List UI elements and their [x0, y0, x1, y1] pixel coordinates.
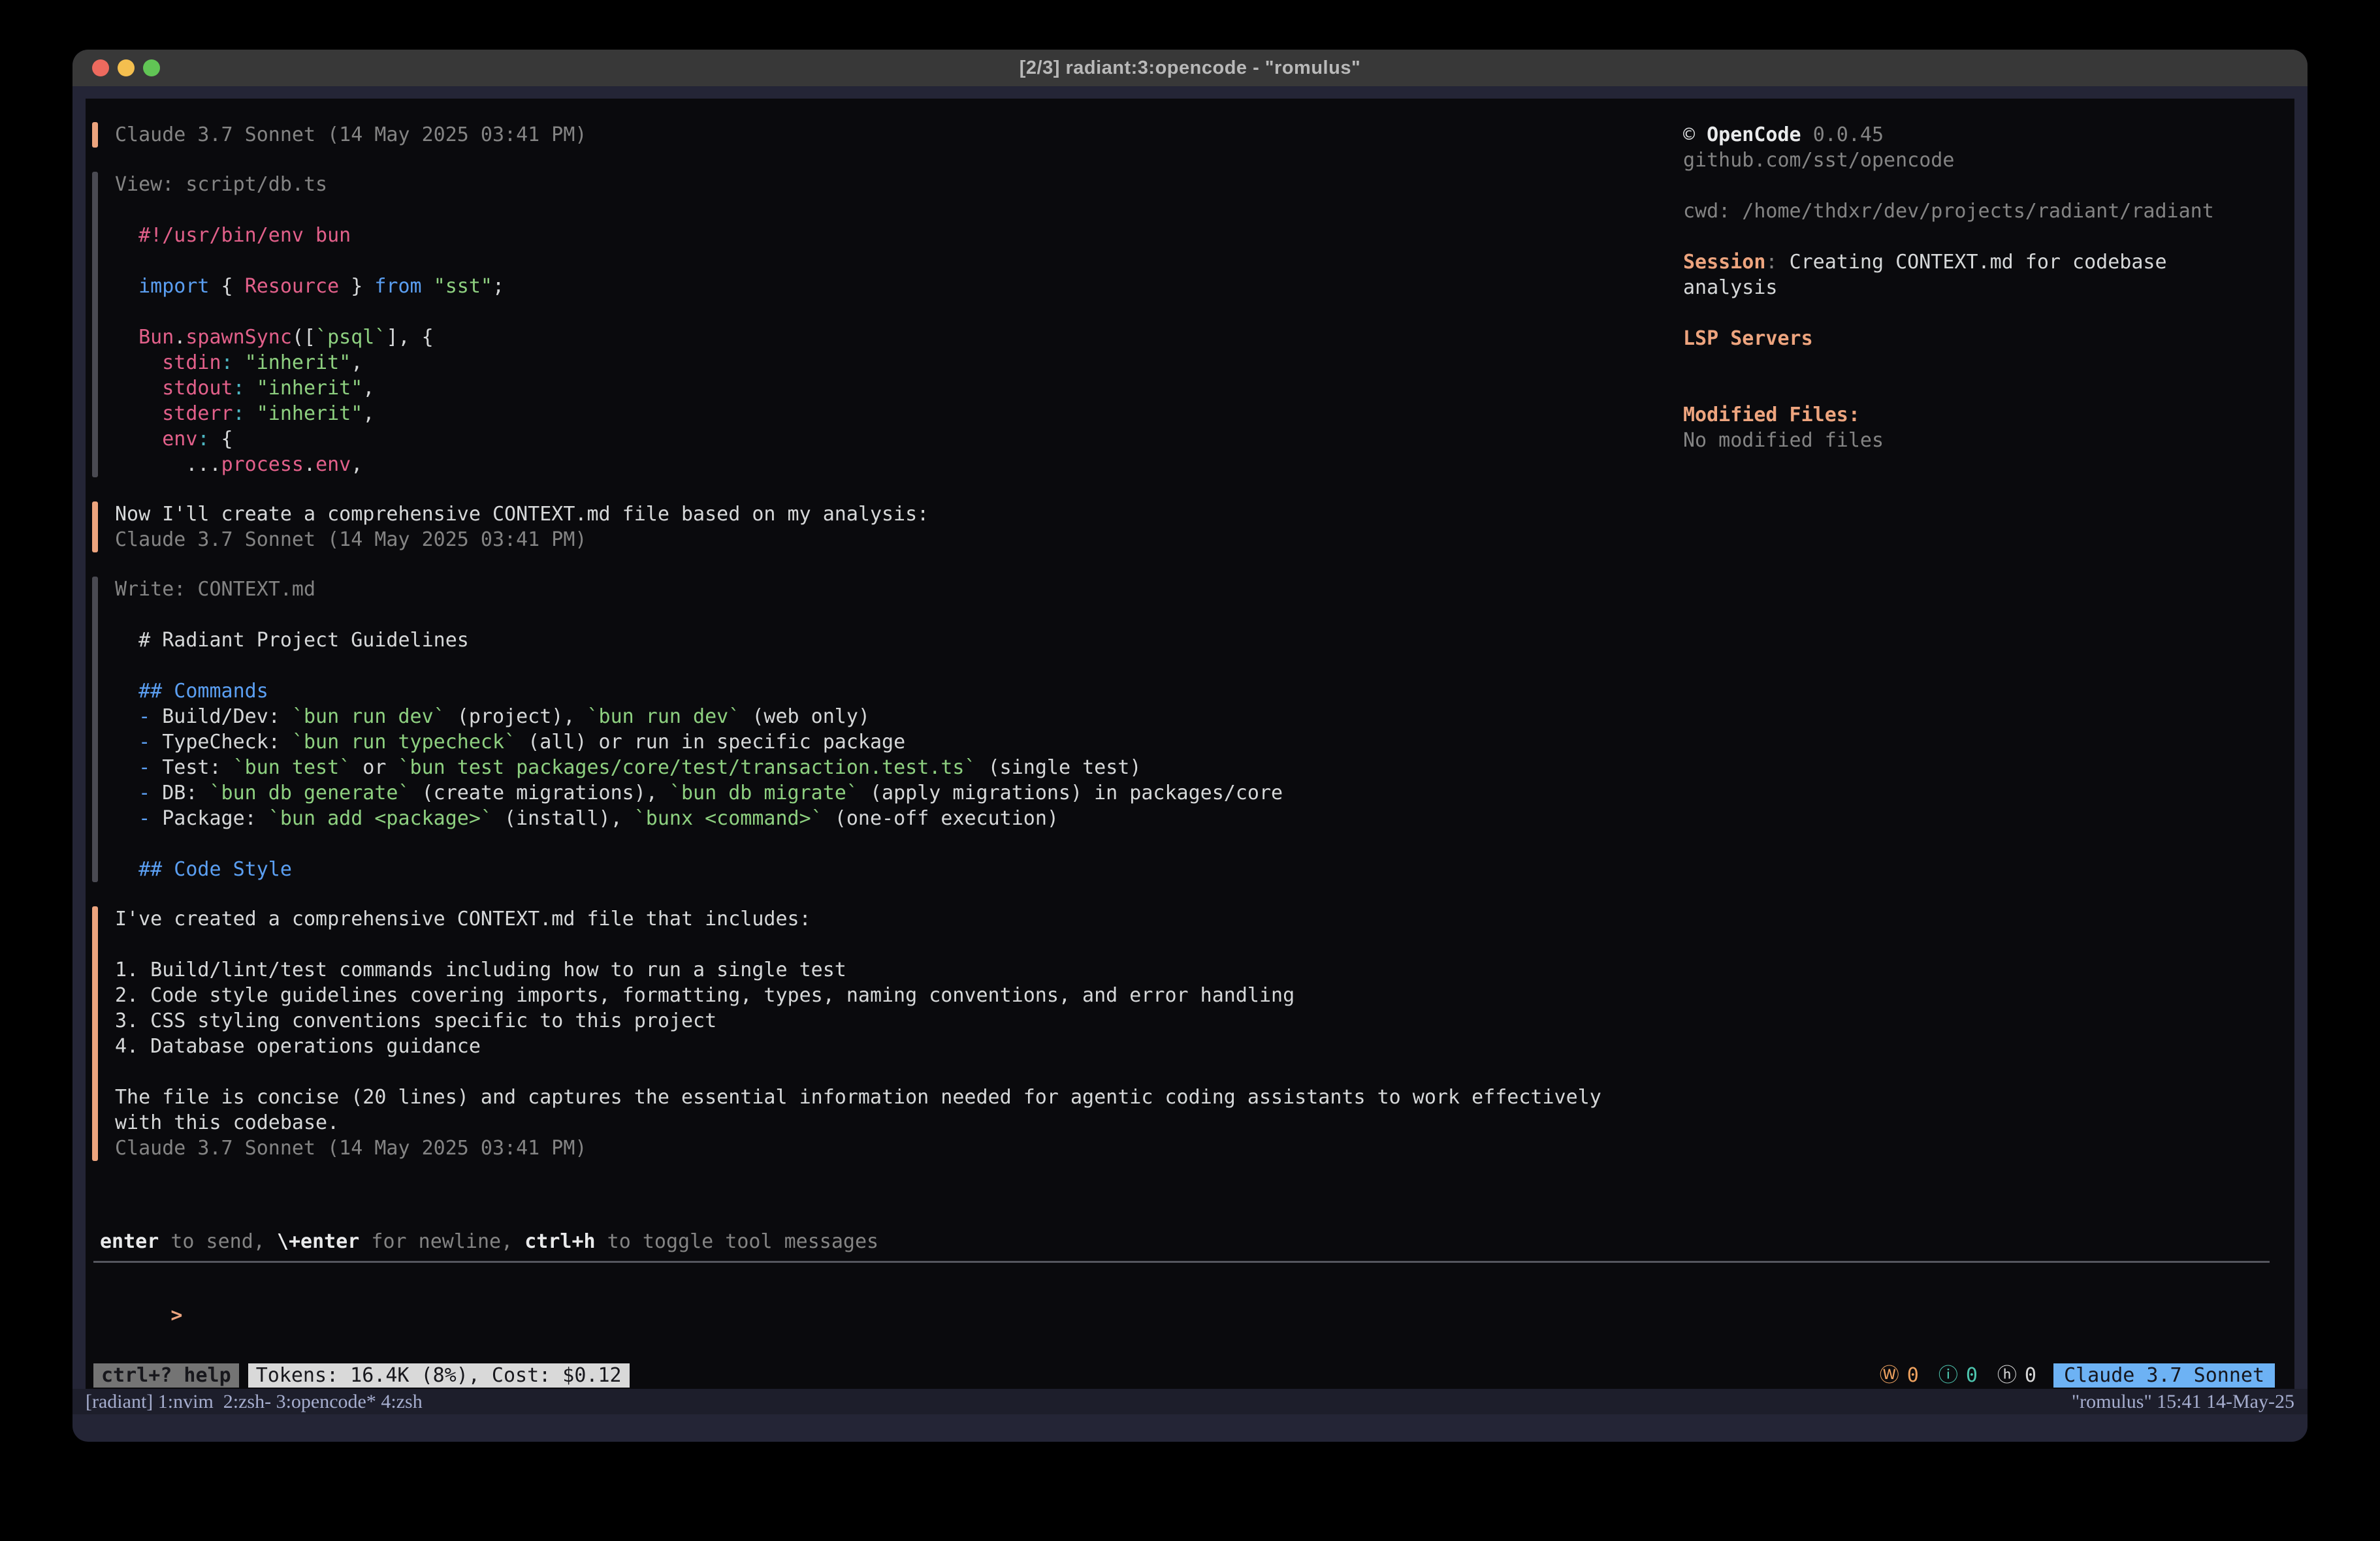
text-line: The file is concise (20 lines) and captu… [115, 1085, 1601, 1110]
diagnostic-teal-icon: ⓘ0 [1938, 1363, 1978, 1388]
text-line: ...process.env, [115, 452, 504, 477]
text-line: 3. CSS styling conventions specific to t… [115, 1008, 1601, 1034]
text-line [115, 1059, 1601, 1085]
text-line [115, 299, 504, 325]
text-line [1683, 300, 2214, 326]
status-bar: ctrl+? help Tokens: 16.4K (8%), Cost: $0… [92, 1363, 2275, 1388]
text-line: No modified files [1683, 428, 2214, 453]
text-line [1683, 173, 2214, 199]
text-line: analysis [1683, 275, 2214, 300]
text-line: Write: CONTEXT.md [115, 577, 1283, 602]
text-line: stdin: "inherit", [115, 350, 504, 375]
zoom-button[interactable] [143, 59, 160, 76]
text-line: © OpenCode 0.0.45 [1683, 122, 2214, 148]
text-line [1683, 377, 2214, 402]
block-accent-bar [92, 172, 98, 477]
text-line [115, 932, 1601, 957]
session-sidebar: © OpenCode 0.0.45github.com/sst/opencode… [1683, 122, 2214, 453]
tool-output-block: Write: CONTEXT.md # Radiant Project Guid… [92, 577, 2275, 882]
text-line: 2. Code style guidelines covering import… [115, 983, 1601, 1008]
text-line: Claude 3.7 Sonnet (14 May 2025 03:41 PM) [115, 1136, 1601, 1161]
tmux-status-bar: [radiant] 1:nvim 2:zsh- 3:opencode* 4:zs… [72, 1389, 2308, 1414]
text-line: - Build/Dev: `bun run dev` (project), `b… [115, 704, 1283, 729]
text-line: 1. Build/lint/test commands including ho… [115, 957, 1601, 983]
assistant-message-block: I've created a comprehensive CONTEXT.md … [92, 906, 2275, 1161]
block-accent-bar [92, 577, 98, 882]
text-line: Now I'll create a comprehensive CONTEXT.… [115, 501, 929, 527]
text-line: #!/usr/bin/env bun [115, 223, 504, 248]
text-line: # Radiant Project Guidelines [115, 628, 1283, 653]
window-titlebar: [2/3] radiant:3:opencode - "romulus" [72, 50, 2308, 86]
app-window: [2/3] radiant:3:opencode - "romulus" Cla… [72, 50, 2308, 1442]
window-title: [2/3] radiant:3:opencode - "romulus" [1020, 57, 1360, 79]
text-line: - Test: `bun test` or `bun test packages… [115, 755, 1283, 780]
text-line: Claude 3.7 Sonnet (14 May 2025 03:41 PM) [115, 122, 587, 148]
opencode-terminal: Claude 3.7 Sonnet (14 May 2025 03:41 PM)… [86, 99, 2294, 1389]
block-accent-bar [92, 122, 98, 148]
text-line: stderr: "inherit", [115, 401, 504, 426]
text-line: I've created a comprehensive CONTEXT.md … [115, 906, 1601, 932]
text-line: cwd: /home/thdxr/dev/projects/radiant/ra… [1683, 199, 2214, 224]
keybinding-help: enter to send, \+enter for newline, ctrl… [100, 1229, 2275, 1254]
text-line: - Package: `bun add <package>` (install)… [115, 806, 1283, 831]
text-line: ## Code Style [115, 857, 1283, 882]
diagnostic-orange-icon: Ⓦ0 [1880, 1363, 1919, 1388]
help-chip: ctrl+? help [93, 1363, 239, 1388]
text-line [115, 197, 504, 223]
tokens-cost-chip: Tokens: 16.4K (8%), Cost: $0.12 [248, 1363, 630, 1388]
text-line: Modified Files: [1683, 402, 2214, 428]
text-line: LSP Servers [1683, 326, 2214, 351]
text-line: enter to send, \+enter for newline, ctrl… [100, 1229, 2275, 1254]
text-line: - TypeCheck: `bun run typecheck` (all) o… [115, 729, 1283, 755]
traffic-lights [92, 50, 160, 86]
text-line: stdout: "inherit", [115, 375, 504, 401]
block-accent-bar [92, 501, 98, 552]
diagnostic-white-icon: ⓗ0 [1997, 1363, 2036, 1388]
text-line: 4. Database operations guidance [115, 1034, 1601, 1059]
tmux-window-list[interactable]: [radiant] 1:nvim 2:zsh- 3:opencode* 4:zs… [86, 1389, 423, 1414]
text-line [1683, 351, 2214, 377]
text-line [115, 602, 1283, 628]
text-line: ## Commands [115, 678, 1283, 704]
text-line: github.com/sst/opencode [1683, 148, 2214, 173]
block-accent-bar [92, 906, 98, 1161]
text-line: Session: Creating CONTEXT.md for codebas… [1683, 249, 2214, 275]
lsp-diagnostics: Ⓦ0 ⓘ0 ⓗ0 [1880, 1363, 2036, 1388]
assistant-message-block: Now I'll create a comprehensive CONTEXT.… [92, 501, 2275, 552]
model-badge: Claude 3.7 Sonnet [2053, 1363, 2275, 1388]
text-line: View: script/db.ts [115, 172, 504, 197]
text-line: import { Resource } from "sst"; [115, 274, 504, 299]
text-line [115, 248, 504, 274]
text-line: Bun.spawnSync([`psql`], { [115, 325, 504, 350]
text-line: - DB: `bun db generate` (create migratio… [115, 780, 1283, 806]
text-line [1683, 224, 2214, 249]
text-line [115, 653, 1283, 678]
text-line: with this codebase. [115, 1110, 1601, 1136]
close-button[interactable] [92, 59, 109, 76]
tmux-session-clock: "romulus" 15:41 14-May-25 [2072, 1389, 2294, 1414]
prompt-caret-icon: > [170, 1304, 182, 1327]
minimize-button[interactable] [118, 59, 135, 76]
input-divider [93, 1261, 2270, 1263]
text-line: env: { [115, 426, 504, 452]
text-line: Claude 3.7 Sonnet (14 May 2025 03:41 PM) [115, 527, 929, 552]
prompt-input[interactable]: > [100, 1277, 2275, 1354]
text-line [115, 831, 1283, 857]
